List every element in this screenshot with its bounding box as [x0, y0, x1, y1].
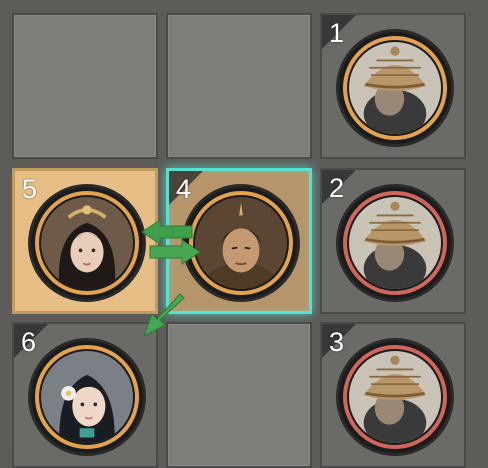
- slot-6[interactable]: 6: [12, 322, 158, 468]
- lady-hero-icon: [31, 187, 143, 299]
- empty-slot[interactable]: [166, 322, 312, 468]
- slot-4[interactable]: 4: [166, 168, 312, 314]
- slot-number: 1: [329, 18, 345, 48]
- slot-5[interactable]: 5: [12, 168, 158, 314]
- slot-number: 2: [329, 173, 345, 203]
- slot-1[interactable]: 1: [320, 13, 466, 159]
- empty-slot[interactable]: [12, 13, 158, 159]
- slot-number: 6: [21, 327, 37, 357]
- empty-slot[interactable]: [166, 13, 312, 159]
- slot-2[interactable]: 2: [320, 168, 466, 314]
- slot-number: 5: [22, 174, 38, 204]
- slot-number: 3: [329, 327, 345, 357]
- slot-3[interactable]: 3: [320, 322, 466, 468]
- formation-board: 1 5 4 2 6 3: [0, 0, 488, 468]
- slot-number: 4: [176, 174, 192, 204]
